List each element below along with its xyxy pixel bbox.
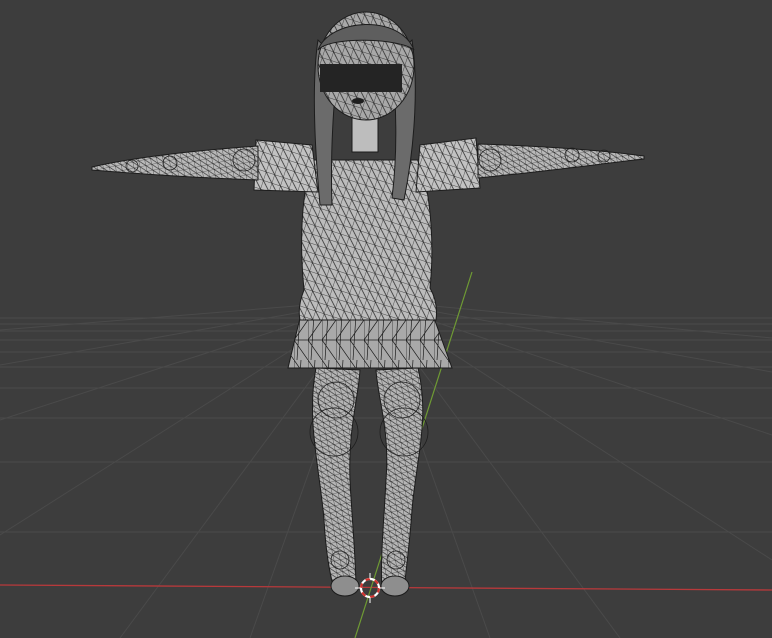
right-shoe[interactable] xyxy=(380,575,410,597)
character-mesh[interactable] xyxy=(91,11,645,597)
skirt[interactable] xyxy=(287,317,453,369)
mouth xyxy=(352,98,364,104)
viewport-canvas[interactable] xyxy=(0,0,772,638)
censor-bar xyxy=(320,64,402,92)
left-shoe[interactable] xyxy=(330,575,360,597)
3d-viewport[interactable] xyxy=(0,0,772,638)
